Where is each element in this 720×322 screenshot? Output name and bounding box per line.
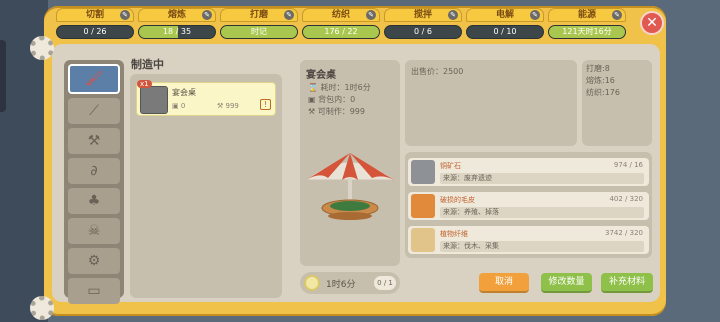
resource-value: 时记	[251, 27, 267, 36]
item-name: 宴会桌	[172, 88, 196, 97]
tool-tab-skull[interactable]: ☠	[68, 218, 120, 244]
list-item[interactable]: x1 宴会桌 ▣ 0 ⚒ 999 !	[136, 80, 276, 116]
edit-icon[interactable]: ✎	[202, 10, 212, 20]
resource-label: 搅拌	[413, 10, 432, 20]
cancel-button[interactable]: 取消	[479, 273, 529, 293]
material-source: 来源：伐木、采集	[440, 241, 644, 252]
detail-title: 宴会桌	[306, 70, 336, 81]
gear-icon	[30, 296, 54, 320]
modify-quantity-button[interactable]: 修改数量	[541, 273, 592, 293]
tool-tab-pickaxe[interactable]: ⚒	[68, 128, 120, 154]
material-count: 974 / 16	[613, 161, 643, 169]
material-source: 来源：养殖、掉落	[440, 207, 644, 218]
resource-label: 熔炼	[167, 10, 186, 20]
banquet-table-image	[304, 153, 396, 220]
brush-icon: 🖌	[85, 71, 103, 87]
resource-energy: 能源 ✎ 121天时16分	[548, 8, 626, 42]
material-row[interactable]: 植物纤维 3742 / 320 来源：伐木、采集	[408, 226, 649, 254]
box-icon: ▭	[87, 283, 101, 299]
close-button[interactable]: ✕	[640, 11, 664, 35]
fur-icon	[411, 194, 435, 218]
tool-sidebar: 🖌 ⟋ ⚒ ∂ ♣ ☠ ⚙ ▭	[64, 60, 124, 304]
craftable-count: ⚒ 999	[217, 102, 239, 110]
resource-bar: 切割 ✎ 0 / 26 熔炼 ✎ 18 / 35 打磨 ✎ 时记 纺织 ✎ 176 / …	[56, 8, 626, 42]
resource-label: 切割	[85, 10, 104, 20]
tool-tab-brush[interactable]: 🖌	[68, 64, 120, 94]
attribute-line: 熔炼:16	[586, 76, 615, 85]
pickaxe-icon: ⚒	[87, 133, 101, 149]
resource-electrolysis: 电解 ✎ 0 / 10	[466, 8, 544, 42]
clock-icon	[304, 275, 320, 291]
resource-value: 0 / 6	[414, 27, 432, 36]
resource-label: 打磨	[249, 10, 268, 20]
resource-value: 0 / 10	[493, 27, 517, 36]
attribute-line: 纺织:176	[586, 88, 620, 97]
resource-value: 18 / 35	[162, 27, 192, 36]
material-source: 来源：废弃遗迹	[440, 173, 644, 184]
plant-fiber-icon	[411, 228, 435, 252]
timer-count: 0 / 1	[374, 276, 396, 290]
close-icon: ✕	[646, 15, 658, 31]
edit-icon[interactable]: ✎	[284, 10, 294, 20]
detail-pack: ▣ 背包内：0	[308, 95, 356, 104]
tool-tab-plant[interactable]: ♣	[68, 188, 120, 214]
material-count: 3742 / 320	[605, 229, 643, 237]
resource-polishing: 打磨 ✎ 时记	[220, 8, 298, 42]
resource-label: 纺织	[331, 10, 350, 20]
side-handle[interactable]	[0, 40, 6, 112]
resource-value: 176 / 22	[324, 27, 358, 36]
resource-label: 电解	[495, 10, 514, 20]
refill-materials-button[interactable]: 补充材料	[601, 273, 653, 293]
skull-icon: ☠	[87, 223, 101, 239]
hook-icon: ∂	[90, 163, 98, 179]
tool-tab-carrot[interactable]: ⟋	[68, 98, 120, 124]
material-name: 铜矿石	[440, 162, 461, 170]
resource-value: 121天时16分	[562, 27, 612, 36]
attributes-panel: 打磨:8 熔炼:16 纺织:176	[582, 60, 652, 146]
detail-craftable: ⚒ 可制作：999	[308, 107, 365, 116]
resource-smelting: 熔炼 ✎ 18 / 35	[138, 8, 216, 42]
material-name: 植物纤维	[440, 230, 468, 238]
edit-icon[interactable]: ✎	[366, 10, 376, 20]
edit-icon[interactable]: ✎	[530, 10, 540, 20]
tool-tab-box[interactable]: ▭	[68, 278, 120, 304]
edit-icon[interactable]: ✎	[120, 10, 130, 20]
material-name: 破损的毛皮	[440, 196, 475, 204]
resource-stirring: 搅拌 ✎ 0 / 6	[384, 8, 462, 42]
materials-list: 铜矿石 974 / 16 来源：废弃遗迹 破损的毛皮 402 / 320 来源：…	[405, 152, 652, 258]
resource-weaving: 纺织 ✎ 176 / 22	[302, 8, 380, 42]
tool-tab-gear[interactable]: ⚙	[68, 248, 120, 274]
resource-value: 0 / 26	[83, 27, 107, 36]
timer-value: 1时6分	[326, 280, 356, 290]
material-row[interactable]: 铜矿石 974 / 16 来源：废弃遗迹	[408, 158, 649, 186]
warning-icon: !	[260, 99, 271, 110]
carrot-icon: ⟋	[89, 103, 99, 119]
detail-time: ⌛ 耗时：1时6分	[308, 83, 371, 92]
attribute-line: 打磨:8	[586, 64, 610, 73]
tool-tab-hook[interactable]: ∂	[68, 158, 120, 184]
plant-icon: ♣	[87, 193, 101, 209]
resource-cutting: 切割 ✎ 0 / 26	[56, 8, 134, 42]
copper-ore-icon	[411, 160, 435, 184]
material-count: 402 / 320	[609, 195, 643, 203]
resource-label: 能源	[577, 10, 596, 20]
gear-icon	[30, 36, 54, 60]
material-row[interactable]: 破损的毛皮 402 / 320 来源：养殖、掉落	[408, 192, 649, 220]
edit-icon[interactable]: ✎	[448, 10, 458, 20]
gear-icon: ⚙	[87, 253, 101, 269]
sell-price: 出售价：2500	[405, 60, 577, 146]
crafting-list: x1 宴会桌 ▣ 0 ⚒ 999 !	[130, 74, 282, 298]
list-title: 制造中	[131, 58, 164, 71]
pack-count: ▣ 0	[172, 102, 186, 110]
edit-icon[interactable]: ✎	[612, 10, 622, 20]
quantity-badge: x1	[137, 80, 152, 88]
item-thumbnail	[140, 86, 168, 114]
craft-timer: 1时6分 0 / 1	[300, 272, 400, 294]
